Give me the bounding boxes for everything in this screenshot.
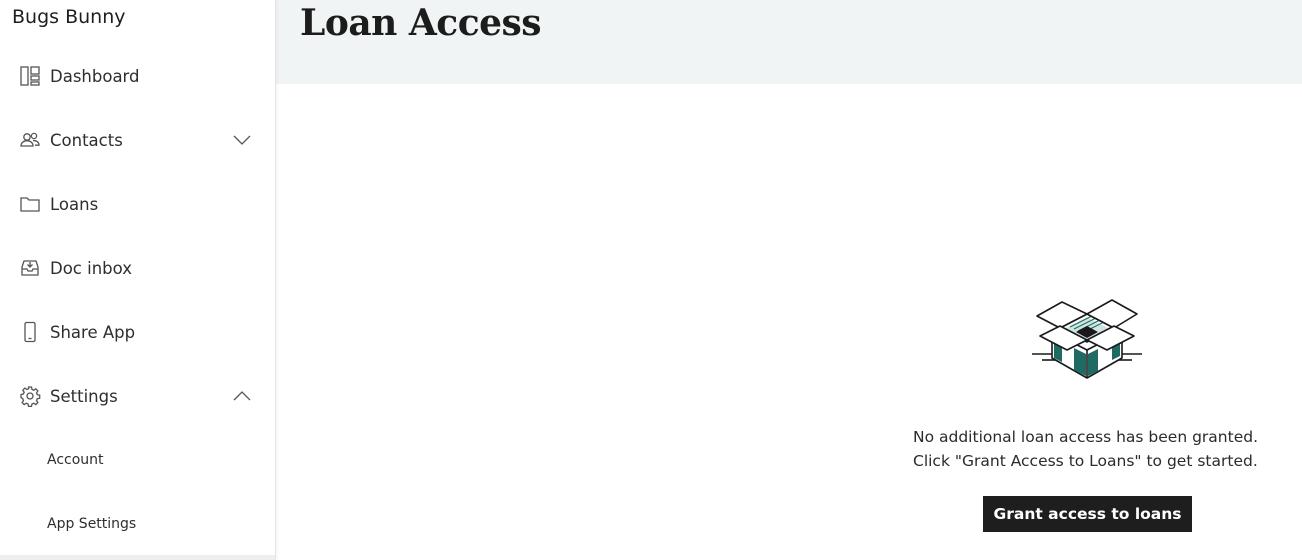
sidebar-item-dashboard[interactable]: Dashboard <box>0 56 275 96</box>
sidebar-item-label: Doc inbox <box>50 258 132 278</box>
page-title: Loan Access <box>300 2 542 44</box>
page-header: Loan Access <box>276 0 1302 84</box>
sidebar-item-doc-inbox[interactable]: Doc inbox <box>0 248 275 288</box>
sidebar-item-label: Dashboard <box>50 66 140 86</box>
sidebar-subitem-label: Account <box>47 452 104 468</box>
user-name: Bugs Bunny <box>12 6 126 28</box>
sidebar-subitem-label: App Settings <box>47 516 137 532</box>
grant-access-button[interactable]: Grant access to loans <box>983 496 1192 532</box>
empty-state-line-1: No additional loan access has been grant… <box>913 428 1259 446</box>
contacts-icon <box>19 129 41 151</box>
empty-state-line-2: Click "Grant Access to Loans" to get sta… <box>913 452 1258 470</box>
folder-icon <box>19 193 41 215</box>
sidebar-item-label: Contacts <box>50 130 123 150</box>
sidebar-item-settings[interactable]: Settings <box>0 376 275 416</box>
sidebar-item-label: Settings <box>50 386 118 406</box>
sidebar-selected-strip <box>0 555 275 560</box>
sidebar-item-label: Loans <box>50 194 99 214</box>
sidebar-item-loans[interactable]: Loans <box>0 184 275 224</box>
sidebar-subitem-app-settings[interactable]: App Settings <box>0 508 275 540</box>
sidebar-item-label: Share App <box>50 322 136 342</box>
dashboard-icon <box>19 65 41 87</box>
empty-state-message: No additional loan access has been grant… <box>913 425 1293 473</box>
main-content: Loan Access No additional loan access ha… <box>276 0 1302 560</box>
sidebar-item-contacts[interactable]: Contacts <box>0 120 275 160</box>
sidebar: Bugs Bunny Dashboard Contacts Loans Doc … <box>0 0 276 560</box>
sidebar-subitem-account[interactable]: Account <box>0 444 275 476</box>
sidebar-item-share-app[interactable]: Share App <box>0 312 275 352</box>
phone-icon <box>19 321 41 343</box>
gear-icon <box>19 385 41 407</box>
chevron-down-icon[interactable] <box>232 130 252 150</box>
open-box-icon <box>1032 292 1142 382</box>
chevron-up-icon[interactable] <box>232 386 252 406</box>
inbox-icon <box>19 257 41 279</box>
